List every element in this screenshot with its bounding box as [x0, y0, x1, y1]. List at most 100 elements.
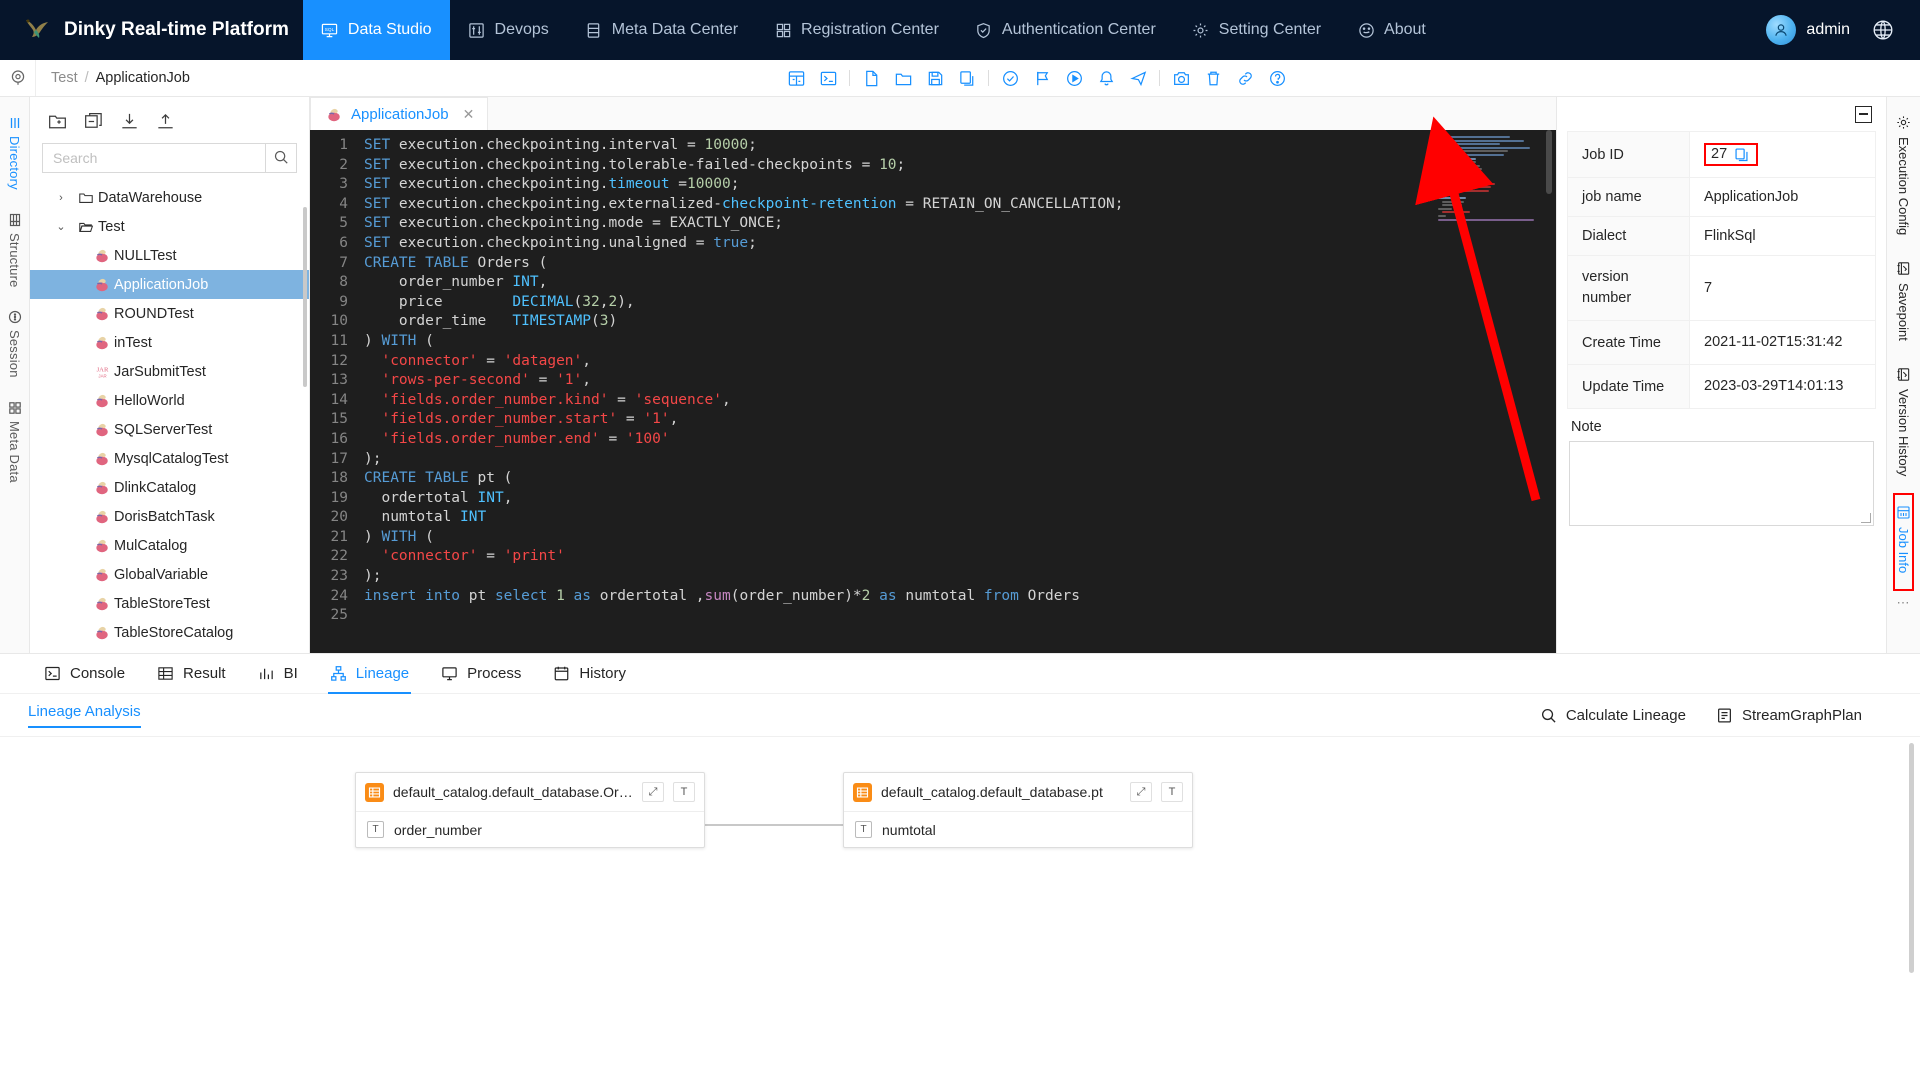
nav-item-about[interactable]: About: [1339, 0, 1444, 60]
close-icon[interactable]: ✕: [463, 106, 475, 123]
new-folder-icon[interactable]: [42, 107, 72, 135]
note-textarea[interactable]: [1569, 441, 1874, 527]
rail-tab-structure[interactable]: Structure: [7, 204, 22, 302]
right-tab-execution-config[interactable]: Execution Config: [1896, 105, 1911, 251]
streamgraphplan-button[interactable]: StreamGraphPlan: [1716, 707, 1862, 724]
code-line: 8 order_number INT,: [310, 273, 1556, 293]
right-tab-job-info[interactable]: Job Info: [1896, 497, 1911, 587]
run-icon[interactable]: [1058, 60, 1090, 96]
bar-chart-icon: [258, 665, 275, 682]
copy-icon[interactable]: [1734, 147, 1749, 162]
nav-item-authentication-center[interactable]: Authentication Center: [957, 0, 1174, 60]
tree-node-roundtest[interactable]: ROUNDTest: [30, 299, 309, 328]
tree-node-dlinkcatalog[interactable]: DlinkCatalog: [30, 473, 309, 502]
lineage-analysis-title[interactable]: Lineage Analysis: [28, 703, 141, 728]
tab-bi[interactable]: BI: [242, 654, 314, 694]
link-icon[interactable]: [1229, 60, 1261, 96]
import-icon[interactable]: [114, 107, 144, 135]
search-input[interactable]: [42, 143, 265, 173]
tab-history[interactable]: History: [537, 654, 642, 694]
tree-node-mysqlcatalogtest[interactable]: MysqlCatalogTest: [30, 444, 309, 473]
tree-node-mulcatalog[interactable]: MulCatalog: [30, 531, 309, 560]
delete-icon[interactable]: [1197, 60, 1229, 96]
code-line: 6 SET execution.checkpointing.unaligned =…: [310, 234, 1556, 254]
new-file-icon[interactable]: [855, 60, 887, 96]
collapse-all-icon[interactable]: [78, 107, 108, 135]
tree-node-jarsubmittest[interactable]: JAR JAR JarSubmitTest: [30, 357, 309, 386]
check-syntax-icon[interactable]: [994, 60, 1026, 96]
flag-icon[interactable]: [1026, 60, 1058, 96]
tab-console[interactable]: Console: [28, 654, 141, 694]
tree-node-globalvariable[interactable]: GlobalVariable: [30, 560, 309, 589]
tab-result[interactable]: Result: [141, 654, 242, 694]
search-icon: [273, 149, 289, 168]
snapshot-icon[interactable]: [1165, 60, 1197, 96]
location-pin-icon[interactable]: [0, 60, 36, 96]
globe-icon[interactable]: [1872, 19, 1894, 41]
save-icon[interactable]: [919, 60, 951, 96]
copy-icon[interactable]: [951, 60, 983, 96]
expand-icon[interactable]: ⤢: [1130, 782, 1152, 802]
tab-label: BI: [283, 665, 298, 682]
lineage-graph[interactable]: default_catalog.default_database.Ord... …: [0, 736, 1920, 1080]
node-field[interactable]: T order_number: [356, 812, 704, 847]
text-icon[interactable]: T: [673, 782, 695, 802]
user-menu[interactable]: admin: [1766, 15, 1850, 45]
code-editor[interactable]: 1 SET execution.checkpointing.interval = …: [310, 130, 1556, 653]
expand-icon[interactable]: ⤢: [642, 782, 664, 802]
code-line: 4 SET execution.checkpointing.externalize…: [310, 195, 1556, 215]
right-tab-savepoint[interactable]: Savepoint: [1896, 251, 1911, 357]
nav-item-setting-center[interactable]: Setting Center: [1174, 0, 1339, 60]
action-label: Calculate Lineage: [1565, 706, 1686, 724]
chevron-down-icon[interactable]: ⌄: [48, 220, 74, 233]
calculate-lineage-button[interactable]: Calculate Lineage: [1540, 707, 1686, 724]
tree-node-intest[interactable]: inTest: [30, 328, 309, 357]
tab-label: Lineage: [355, 665, 410, 682]
line-number: 24: [330, 587, 348, 604]
tree-node-nulltest[interactable]: NULLTest: [30, 241, 309, 270]
job-info-panel: Job ID 27 job name ApplicationJob Dialec…: [1556, 97, 1886, 653]
brand-block[interactable]: Dinky Real-time Platform: [0, 16, 289, 45]
open-folder-icon[interactable]: [887, 60, 919, 96]
nav-item-devops[interactable]: Devops: [450, 0, 567, 60]
tab-lineage[interactable]: Lineage: [314, 654, 425, 694]
tree-node-dorisbatchtask[interactable]: DorisBatchTask: [30, 502, 309, 531]
field-type-icon: T: [367, 821, 384, 838]
right-rail-more-icon[interactable]: ⋯: [1897, 595, 1911, 611]
submit-icon[interactable]: [1122, 60, 1154, 96]
table-row: Dialect FlinkSql: [1568, 217, 1875, 256]
collapse-icon[interactable]: [1855, 105, 1872, 123]
help-icon[interactable]: [1261, 60, 1293, 96]
lineage-node-source[interactable]: default_catalog.default_database.Ord... …: [355, 772, 705, 848]
text-icon[interactable]: T: [1161, 782, 1183, 802]
node-field[interactable]: T numtotal: [844, 812, 1192, 847]
flink-sql-icon[interactable]: [780, 60, 812, 96]
tree-node-datawarehouse[interactable]: › DataWarehouse: [30, 183, 309, 212]
tab-process[interactable]: Process: [425, 654, 537, 694]
export-icon[interactable]: [150, 107, 180, 135]
right-tab-version-history[interactable]: Version History: [1896, 357, 1911, 492]
tree-node-sqlservertest[interactable]: SQLServerTest: [30, 415, 309, 444]
breadcrumb-parent[interactable]: Test: [51, 70, 78, 86]
tree-node-tablestoretest[interactable]: TableStoreTest: [30, 589, 309, 618]
editor-tab-applicationjob[interactable]: ApplicationJob ✕: [310, 97, 489, 130]
rail-tab-meta-data[interactable]: Meta Data: [7, 392, 22, 497]
search-button[interactable]: [265, 143, 297, 173]
alert-icon[interactable]: [1090, 60, 1122, 96]
rail-tab-session[interactable]: Session: [7, 301, 22, 392]
toolbar-divider-2: [983, 60, 994, 96]
tree-node-applicationjob[interactable]: ApplicationJob: [30, 270, 309, 299]
tree-node-tablestorecatalog[interactable]: TableStoreCatalog: [30, 618, 309, 647]
chevron-right-icon[interactable]: ›: [48, 192, 74, 204]
lineage-node-target[interactable]: default_catalog.default_database.pt ⤢ T …: [843, 772, 1193, 848]
job-id-highlight[interactable]: 27: [1704, 143, 1759, 166]
nav-item-meta-data-center[interactable]: Meta Data Center: [567, 0, 756, 60]
tree-node-helloworld[interactable]: HelloWorld: [30, 386, 309, 415]
tree-scrollbar[interactable]: [303, 207, 307, 387]
rail-tab-directory[interactable]: Directory: [7, 107, 22, 204]
nav-item-registration-center[interactable]: Registration Center: [756, 0, 957, 60]
svg-text:JAR: JAR: [98, 374, 106, 379]
tree-node-test[interactable]: ⌄ Test: [30, 212, 309, 241]
nav-item-data-studio[interactable]: SQL Data Studio: [302, 0, 450, 60]
terminal-icon[interactable]: [812, 60, 844, 96]
